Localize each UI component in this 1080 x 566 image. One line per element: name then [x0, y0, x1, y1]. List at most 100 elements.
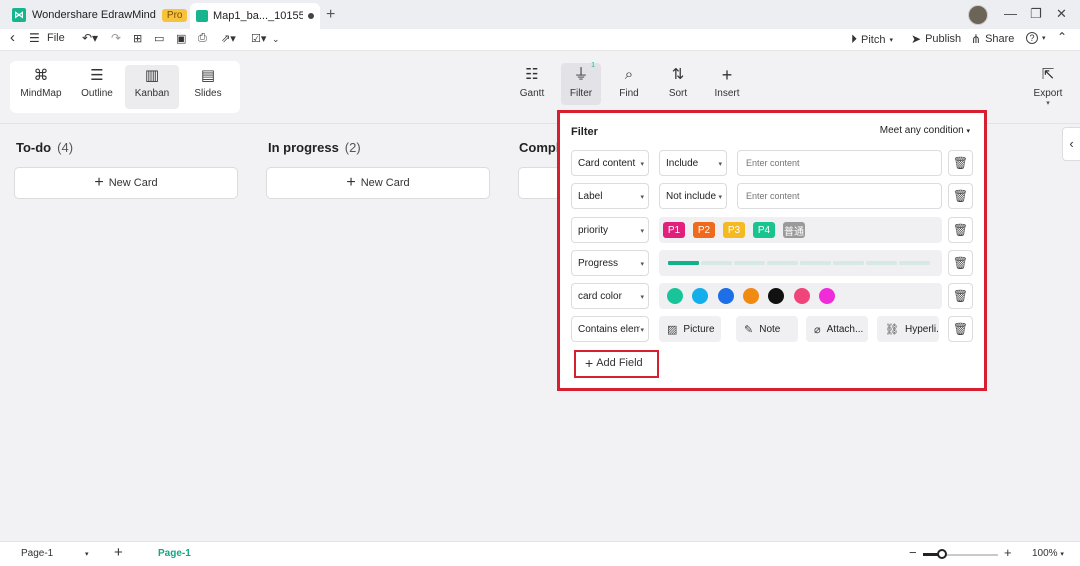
progress-segment[interactable]: [866, 261, 897, 265]
progress-segment[interactable]: [833, 261, 864, 265]
color-swatch[interactable]: [692, 288, 709, 304]
priority-chip[interactable]: P3: [723, 222, 745, 238]
color-swatch[interactable]: [717, 288, 734, 304]
color-swatch[interactable]: [793, 288, 810, 304]
new-card-button[interactable]: [518, 167, 560, 199]
export-file-icon[interactable]: ⇗▾: [221, 32, 236, 45]
progress-segment[interactable]: [734, 261, 765, 265]
color-swatch[interactable]: [818, 288, 835, 304]
element-note-button[interactable]: ✎ Note: [736, 316, 798, 342]
field-select[interactable]: Progress ▾: [571, 250, 649, 276]
progress-segment[interactable]: [899, 261, 930, 265]
view-outline-button[interactable]: ☰ Outline: [70, 65, 124, 109]
page-select[interactable]: Page-1: [21, 548, 53, 559]
column-count: (2): [344, 140, 361, 155]
zoom-level[interactable]: 100% ▾: [1032, 548, 1064, 559]
gantt-button[interactable]: ☷ Gantt: [512, 65, 552, 99]
delete-row-button[interactable]: 🗑: [948, 217, 973, 243]
filter-row: card color ▾ 🗑: [571, 283, 973, 309]
menu-bar: ‹ ☰ File ↶▾ ↷ ⊞ ▭ ▣ ⎙ ⇗▾ ☑▾ ⌄ ⏵ Pitch ▾ ➤ P…: [0, 29, 1080, 51]
color-swatch[interactable]: [667, 288, 683, 304]
add-page-button[interactable]: +: [114, 544, 123, 561]
delete-row-button[interactable]: 🗑: [948, 250, 973, 276]
insert-button[interactable]: + Insert: [707, 65, 747, 99]
chevron-down-icon[interactable]: ▾: [85, 550, 89, 558]
element-hyperlink-button[interactable]: ⛓ Hyperli...: [877, 316, 939, 342]
view-kanban-button[interactable]: ▥ Kanban: [125, 65, 179, 109]
zoom-slider-handle[interactable]: [936, 549, 947, 559]
back-button[interactable]: ‹: [10, 29, 15, 46]
help-button[interactable]: ? ▾: [1026, 32, 1046, 44]
print-icon[interactable]: ⎙: [198, 32, 207, 45]
field-select[interactable]: priority ▾: [571, 217, 649, 243]
zoom-out-button[interactable]: −: [909, 545, 917, 560]
chevron-down-icon: ▾: [640, 228, 644, 235]
menu-icon[interactable]: ☰: [29, 31, 40, 45]
minimize-button[interactable]: —: [1004, 6, 1017, 21]
share-button[interactable]: ⋔ Share: [971, 32, 1014, 46]
content-input[interactable]: [737, 150, 942, 176]
export-button[interactable]: ⇱ Export ▾: [1028, 65, 1068, 107]
restore-button[interactable]: ❐: [1030, 6, 1042, 22]
more-chevron-icon[interactable]: ⌄: [272, 34, 280, 45]
progress-segment[interactable]: [668, 261, 699, 265]
field-select[interactable]: Label ▾: [571, 183, 649, 209]
color-swatch[interactable]: [768, 288, 785, 304]
view-mindmap-button[interactable]: ⌘ MindMap: [14, 65, 68, 109]
content-input[interactable]: [737, 183, 942, 209]
operator-select[interactable]: Not include ▾: [659, 183, 727, 209]
save-icon[interactable]: ▣: [176, 32, 186, 45]
avatar[interactable]: [968, 5, 988, 25]
new-card-button[interactable]: + New Card: [266, 167, 490, 199]
file-menu[interactable]: File: [47, 32, 65, 44]
delete-row-button[interactable]: 🗑: [948, 183, 973, 209]
collapse-ribbon-icon[interactable]: ⌃: [1057, 30, 1067, 44]
delete-row-button[interactable]: 🗑: [948, 316, 973, 342]
color-swatch[interactable]: [742, 288, 759, 304]
element-attachment-button[interactable]: ⌀ Attach...: [806, 316, 868, 342]
unsaved-dot-icon[interactable]: [308, 13, 314, 19]
chevron-down-icon: ▾: [640, 261, 644, 268]
checklist-icon[interactable]: ☑▾: [251, 32, 266, 45]
field-select[interactable]: Contains elem ▾: [571, 316, 649, 342]
publish-button[interactable]: ➤ Publish: [911, 32, 961, 46]
page-tab[interactable]: Page-1: [158, 548, 191, 559]
pro-badge[interactable]: Pro: [161, 8, 188, 22]
pitch-button[interactable]: ⏵ Pitch ▾: [851, 32, 893, 47]
priority-chip[interactable]: P2: [693, 222, 715, 238]
new-card-button[interactable]: + New Card: [14, 167, 238, 199]
progress-segment[interactable]: [701, 261, 732, 265]
operator-select[interactable]: Include ▾: [659, 150, 727, 176]
priority-chip[interactable]: P4: [753, 222, 775, 238]
delete-row-button[interactable]: 🗑: [948, 150, 973, 176]
find-button[interactable]: ⌕ Find: [609, 65, 649, 99]
side-panel-toggle[interactable]: ‹: [1062, 127, 1080, 161]
condition-select[interactable]: Meet any condition ▾: [880, 125, 970, 136]
new-tab-button[interactable]: +: [326, 6, 335, 24]
close-button[interactable]: ✕: [1056, 6, 1067, 22]
filter-button[interactable]: 1 ⏚ Filter: [561, 62, 601, 105]
open-folder-icon[interactable]: ▭: [154, 32, 164, 45]
document-tab[interactable]: Map1_ba..._101556: [190, 3, 320, 29]
view-slides-button[interactable]: ▤ Slides: [181, 65, 235, 109]
priority-chip[interactable]: 普通: [783, 222, 805, 238]
element-label: Picture: [683, 323, 715, 335]
field-select[interactable]: card color ▾: [571, 283, 649, 309]
new-icon[interactable]: ⊞: [133, 32, 142, 45]
sort-icon: ⇅: [671, 66, 685, 83]
add-field-button[interactable]: + Add Field: [585, 355, 643, 371]
undo-icon[interactable]: ↶▾: [82, 31, 98, 45]
redo-icon[interactable]: ↷: [111, 31, 121, 45]
sort-button[interactable]: ⇅ Sort: [658, 65, 698, 99]
delete-row-button[interactable]: 🗑: [948, 283, 973, 309]
chevron-down-icon: ▾: [889, 36, 893, 44]
mindmap-icon: ⌘: [33, 67, 49, 84]
view-kanban-label: Kanban: [134, 88, 170, 99]
field-select[interactable]: Card content ▾: [571, 150, 649, 176]
priority-chip[interactable]: P1: [663, 222, 685, 238]
element-picture-button[interactable]: ▨ Picture: [659, 316, 721, 342]
progress-segment[interactable]: [767, 261, 798, 265]
progress-segment[interactable]: [800, 261, 831, 265]
zoom-in-button[interactable]: +: [1004, 545, 1012, 560]
app-home-tab[interactable]: ⋈ Wondershare EdrawMind Pro: [6, 3, 193, 27]
